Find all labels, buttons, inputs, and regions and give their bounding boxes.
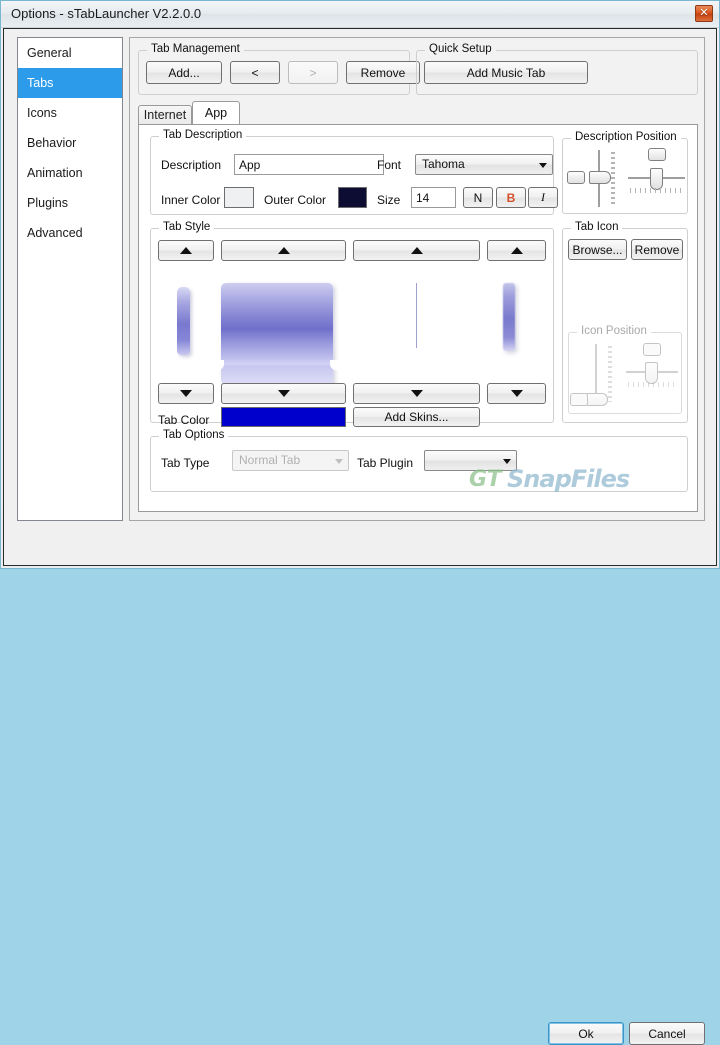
sidebar-item-icons[interactable]: Icons [18, 98, 122, 128]
icon-vertical-slider-box[interactable] [570, 393, 588, 406]
tab-color-label: Tab Color [158, 413, 210, 427]
add-tab-button[interactable]: Add... [146, 61, 222, 84]
font-select-value: Tahoma [422, 157, 465, 171]
sidebar-item-tabs[interactable]: Tabs [18, 68, 122, 98]
remove-icon-button[interactable]: Remove [631, 239, 683, 260]
chevron-down-icon [335, 458, 343, 464]
size-label: Size [377, 193, 401, 207]
icon-position-caption: Icon Position [577, 325, 651, 337]
tab-panel-app: Tab Description Description Font Tahoma … [138, 124, 698, 512]
client-area: General Tabs Icons Behavior Animation Pl… [3, 28, 717, 1045]
font-normal-button[interactable]: N [463, 187, 493, 208]
icon-horizontal-ticks [628, 382, 678, 387]
chevron-down-icon [503, 458, 511, 464]
sidebar-item-advanced[interactable]: Advanced [18, 218, 122, 248]
tab-options-group: Tab Options [150, 429, 688, 492]
options-window: Options - sTabLauncher V2.2.0.0 ✕ Genera… [0, 0, 720, 1045]
outer-color-label: Outer Color [264, 193, 327, 207]
description-horizontal-ticks [630, 188, 685, 193]
title-bar: Options - sTabLauncher V2.2.0.0 ✕ [1, 1, 719, 28]
add-skins-button[interactable]: Add Skins... [353, 407, 480, 427]
style-down-button-4[interactable] [487, 383, 546, 404]
add-music-tab-button[interactable]: Add Music Tab [424, 61, 588, 84]
description-label: Description [161, 158, 222, 172]
tab-strip: Internet App [138, 101, 698, 124]
inner-color-swatch[interactable] [224, 187, 254, 208]
triangle-down-icon [510, 390, 523, 397]
sidebar-item-general[interactable]: General [18, 38, 122, 68]
tab-style-caption: Tab Style [159, 221, 215, 233]
style-up-button-2[interactable] [221, 240, 346, 261]
tab-management-caption: Tab Management [147, 43, 244, 55]
triangle-up-icon [277, 247, 290, 254]
outer-color-swatch[interactable] [338, 187, 367, 208]
description-horizontal-slider-thumb[interactable] [650, 168, 663, 190]
tab-description-caption: Tab Description [159, 129, 247, 141]
icon-horizontal-slider-box[interactable] [643, 343, 661, 356]
window-title: Options - sTabLauncher V2.2.0.0 [11, 6, 202, 21]
settings-pane: Tab Management Add... < > Remove Quick S… [129, 37, 705, 521]
sidebar-item-animation[interactable]: Animation [18, 158, 122, 188]
triangle-down-icon [180, 390, 192, 397]
style-preview-3[interactable] [416, 283, 417, 348]
style-preview-2-notch-right [330, 360, 339, 370]
triangle-down-icon [410, 390, 423, 397]
icon-vertical-slider-thumb[interactable] [586, 393, 608, 406]
inner-color-label: Inner Color [161, 193, 221, 207]
description-input[interactable] [234, 154, 384, 175]
tab-app[interactable]: App [192, 101, 240, 124]
tab-internet[interactable]: Internet [138, 105, 192, 124]
style-preview-1[interactable] [177, 287, 190, 355]
tab-type-label: Tab Type [161, 456, 210, 470]
style-preview-4[interactable] [503, 283, 515, 351]
font-select[interactable]: Tahoma [415, 154, 553, 175]
sidebar-item-plugins[interactable]: Plugins [18, 188, 122, 218]
style-up-button-3[interactable] [353, 240, 480, 261]
triangle-down-icon [277, 390, 290, 397]
cancel-button[interactable]: Cancel [629, 1022, 705, 1045]
move-right-button[interactable]: > [288, 61, 338, 84]
style-down-button-2[interactable] [221, 383, 346, 404]
description-horizontal-slider-box[interactable] [648, 148, 666, 161]
icon-vertical-ticks [608, 346, 612, 402]
tab-plugin-select[interactable] [424, 450, 517, 471]
tab-plugin-label: Tab Plugin [357, 456, 414, 470]
move-left-button[interactable]: < [230, 61, 280, 84]
font-label: Font [377, 158, 402, 172]
quick-setup-caption: Quick Setup [425, 43, 496, 55]
style-down-button-1[interactable] [158, 383, 214, 404]
footer-bar: Ok Cancel [4, 521, 716, 1045]
ok-button[interactable]: Ok [548, 1022, 624, 1045]
browse-icon-button[interactable]: Browse... [568, 239, 627, 260]
tab-options-caption: Tab Options [159, 429, 229, 441]
description-position-caption: Description Position [571, 131, 681, 143]
tab-icon-caption: Tab Icon [571, 221, 623, 233]
style-up-button-4[interactable] [487, 240, 546, 261]
tab-type-value: Normal Tab [239, 453, 301, 467]
triangle-up-icon [510, 247, 523, 254]
font-bold-button[interactable]: B [496, 187, 526, 208]
style-down-button-3[interactable] [353, 383, 480, 404]
style-preview-2[interactable] [221, 283, 333, 365]
remove-tab-button[interactable]: Remove [346, 61, 420, 84]
sidebar-item-behavior[interactable]: Behavior [18, 128, 122, 158]
chevron-down-icon [539, 162, 547, 168]
description-vertical-ticks [611, 152, 615, 205]
font-italic-button[interactable]: I [528, 187, 558, 208]
close-icon[interactable]: ✕ [695, 5, 713, 22]
style-up-button-1[interactable] [158, 240, 214, 261]
description-vertical-slider-box[interactable] [567, 171, 585, 184]
tab-type-select[interactable]: Normal Tab [232, 450, 349, 471]
description-vertical-slider-thumb[interactable] [589, 171, 611, 184]
triangle-up-icon [180, 247, 192, 254]
font-size-input[interactable] [411, 187, 456, 208]
sidebar-list[interactable]: General Tabs Icons Behavior Animation Pl… [17, 37, 123, 521]
icon-horizontal-slider-thumb[interactable] [645, 362, 658, 384]
triangle-up-icon [410, 247, 423, 254]
tab-color-swatch[interactable] [221, 407, 346, 427]
